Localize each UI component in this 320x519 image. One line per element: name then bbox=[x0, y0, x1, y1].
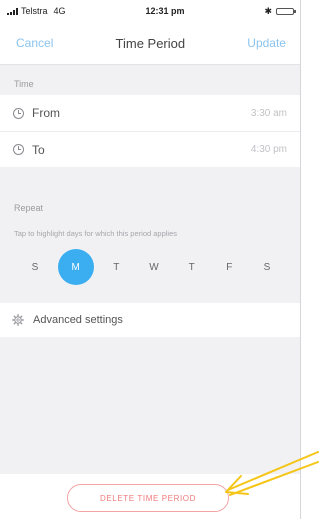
day-wednesday[interactable]: W bbox=[139, 252, 169, 282]
battery-icon bbox=[275, 7, 296, 15]
repeat-section: Repeat Tap to highlight days for which t… bbox=[0, 189, 300, 287]
status-bar: Telstra 4G 12:31 pm ✱ bbox=[0, 0, 300, 22]
day-sunday[interactable]: S bbox=[20, 252, 50, 282]
signal-icon bbox=[7, 7, 18, 15]
time-section-header: Time bbox=[14, 79, 34, 89]
to-label: To bbox=[32, 142, 45, 157]
phone-screen: Telstra 4G 12:31 pm ✱ Cancel Time Period… bbox=[0, 0, 301, 519]
advanced-settings-row[interactable]: Advanced settings bbox=[0, 303, 300, 337]
network-type: 4G bbox=[53, 6, 66, 16]
bluetooth-icon: ✱ bbox=[264, 5, 272, 16]
clock-icon bbox=[13, 144, 24, 155]
gear-icon bbox=[12, 314, 24, 326]
status-right: ✱ bbox=[264, 5, 296, 17]
to-value: 4:30 pm bbox=[250, 144, 287, 155]
day-friday[interactable]: F bbox=[214, 252, 244, 282]
day-monday[interactable]: M bbox=[57, 249, 94, 285]
clock-icon bbox=[13, 107, 24, 119]
update-button[interactable]: Update bbox=[247, 36, 286, 50]
time-section: From 3:30 am To 4:30 pm bbox=[0, 95, 300, 167]
day-selector: S M T W T F S bbox=[0, 247, 300, 287]
day-thursday[interactable]: T bbox=[177, 252, 207, 282]
cancel-button[interactable]: Cancel bbox=[16, 36, 53, 50]
from-row[interactable]: From 3:30 am bbox=[0, 95, 300, 131]
delete-area: DELETE TIME PERIOD bbox=[0, 474, 300, 519]
to-row[interactable]: To 4:30 pm bbox=[0, 131, 300, 167]
day-tuesday[interactable]: T bbox=[101, 252, 131, 282]
repeat-hint: Tap to highlight days for which this per… bbox=[14, 228, 178, 238]
status-left: Telstra 4G bbox=[7, 6, 66, 16]
repeat-section-header: Repeat bbox=[14, 203, 44, 213]
page-title: Time Period bbox=[115, 35, 186, 51]
advanced-settings-label: Advanced settings bbox=[33, 314, 123, 326]
carrier-name: Telstra bbox=[21, 6, 48, 16]
navigation-bar: Cancel Time Period Update bbox=[0, 22, 300, 65]
day-saturday[interactable]: S bbox=[252, 252, 282, 282]
delete-time-period-button[interactable]: DELETE TIME PERIOD bbox=[67, 484, 229, 512]
from-value: 3:30 am bbox=[250, 107, 287, 119]
status-time: 12:31 pm bbox=[145, 6, 185, 16]
from-label: From bbox=[32, 106, 60, 120]
